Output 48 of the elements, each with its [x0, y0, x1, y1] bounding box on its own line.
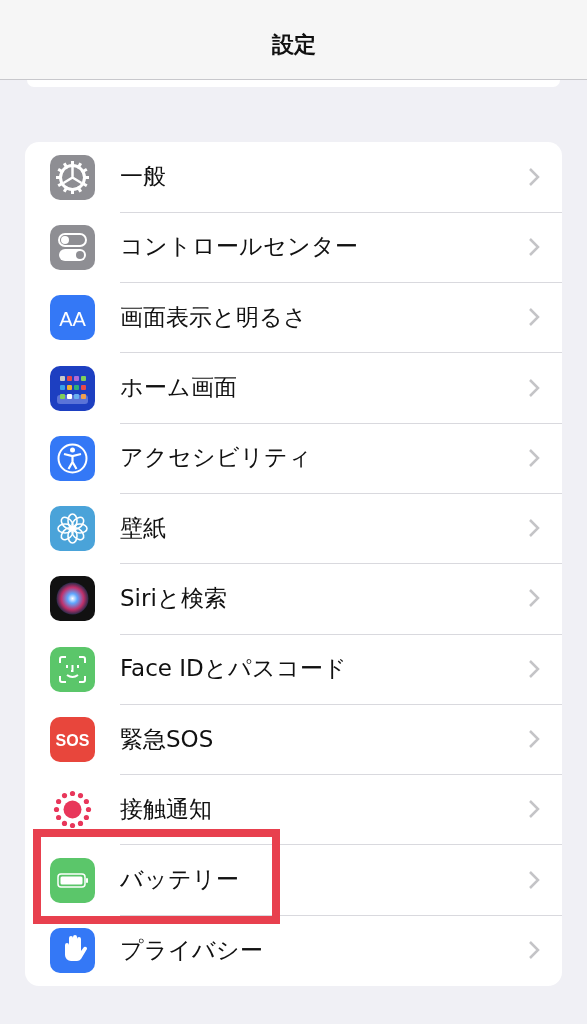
settings-row[interactable]: 一般: [25, 142, 562, 213]
chevron-icon: [528, 447, 540, 468]
row-label: 一般: [120, 162, 167, 192]
settings-row[interactable]: Siriと検索: [25, 563, 562, 635]
chevron-icon: [528, 658, 540, 679]
chevron-icon: [528, 307, 540, 328]
row-label: 画面表示と明るさ: [120, 302, 308, 332]
chevron-icon: [528, 588, 540, 609]
chevron-icon: [528, 799, 540, 820]
hand-icon: [50, 927, 95, 973]
flower-icon: [50, 506, 95, 552]
chevron-icon: [528, 166, 540, 187]
settings-row[interactable]: プライバシー: [25, 915, 562, 986]
row-label: 緊急SOS: [120, 724, 215, 754]
toggles-icon: [50, 224, 95, 270]
chevron-icon: [528, 518, 540, 539]
settings-row[interactable]: バッテリー: [25, 844, 562, 916]
settings-row[interactable]: コントロールセンター: [25, 212, 562, 283]
row-label: アクセシビリティ: [120, 443, 313, 473]
row-label: バッテリー: [120, 865, 240, 895]
settings-row[interactable]: アクセシビリティ: [25, 423, 562, 494]
row-label: Face IDとパスコード: [120, 654, 348, 684]
row-label: Siriと検索: [120, 583, 228, 613]
chevron-icon: [528, 869, 540, 890]
face-scan-icon: [50, 646, 95, 692]
row-label: ホーム画面: [120, 373, 238, 403]
row-label: プライバシー: [120, 935, 264, 965]
row-label: 壁紙: [120, 513, 167, 543]
settings-row[interactable]: AA 画面表示と明るさ: [25, 282, 562, 353]
row-label: コントロールセンター: [120, 232, 359, 262]
person-icon: [50, 435, 95, 481]
chevron-icon: [528, 940, 540, 961]
chevron-icon: [528, 729, 540, 749]
sos-icon: SOS: [50, 717, 95, 762]
settings-row[interactable]: 接触通知: [25, 774, 562, 845]
text-size-icon: AA: [50, 295, 95, 341]
app-grid-icon: [50, 365, 95, 411]
chevron-icon: [528, 377, 540, 398]
screen-title: 設定: [271, 30, 316, 59]
orb-icon: [50, 576, 95, 622]
gear-icon: [50, 154, 95, 200]
settings-row[interactable]: ホーム画面: [25, 352, 562, 424]
row-label: 接触通知: [120, 794, 213, 824]
settings-row[interactable]: Face IDとパスコード: [25, 634, 562, 705]
battery-icon: [50, 857, 95, 903]
settings-row[interactable]: 壁紙: [25, 493, 562, 564]
settings-row[interactable]: SOS 緊急SOS: [25, 704, 562, 775]
chevron-icon: [528, 236, 540, 257]
